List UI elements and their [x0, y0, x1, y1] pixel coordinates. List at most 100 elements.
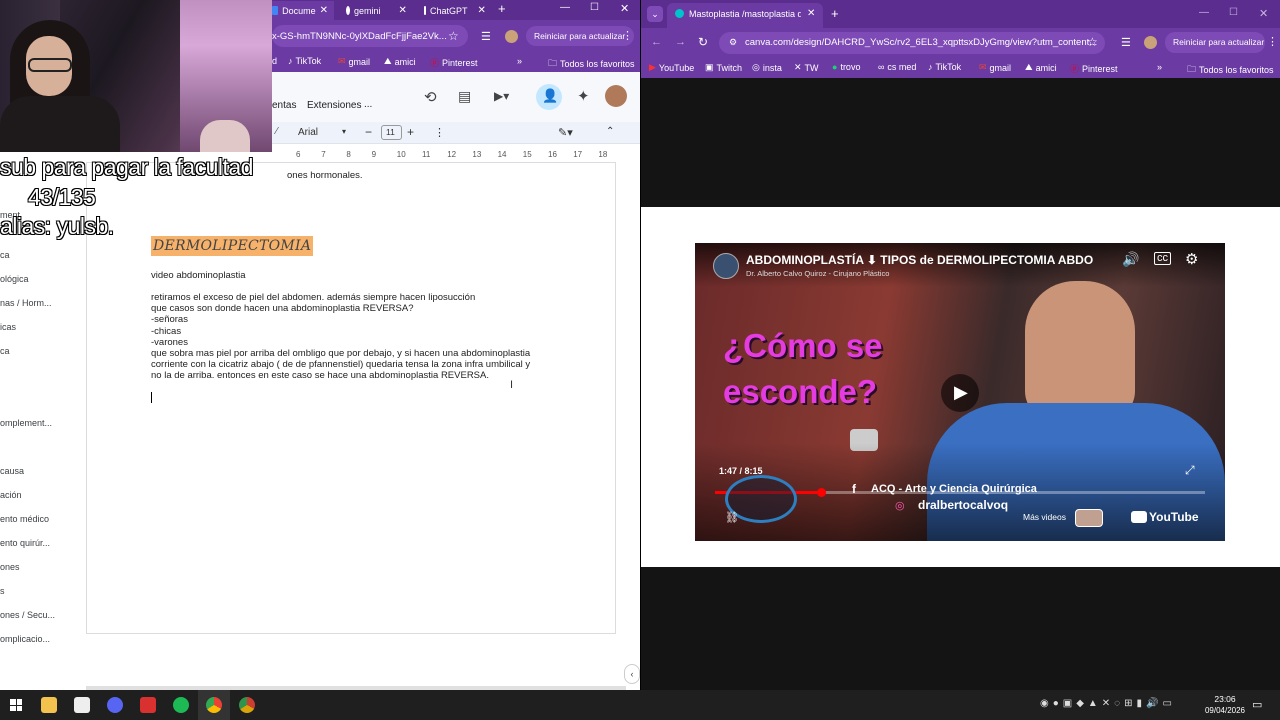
bookmark-gmail[interactable]: ✉ gmail [979, 62, 1011, 73]
bookmark-insta[interactable]: ◎ insta [752, 62, 782, 73]
bookmark-amici[interactable]: ⛰ amici [1025, 62, 1057, 73]
outline-item[interactable]: ca [0, 250, 10, 260]
url-text[interactable]: canva.com/design/DAHCRD_YwSc/rv2_6EL3_xq… [745, 37, 1097, 48]
more-options-icon[interactable]: ⋮ [434, 126, 445, 139]
chevron-down-icon[interactable]: ▾ [342, 127, 346, 136]
youtube-wordmark[interactable]: YouTube [1149, 510, 1199, 524]
progress-scrubber[interactable] [816, 488, 826, 497]
link-icon[interactable]: ⛓ [725, 511, 739, 524]
system-tray-icons[interactable]: ◉●▣◆▲✕◌⊞▮🔊▭ [1040, 698, 1176, 709]
decrease-font-button[interactable]: − [365, 125, 372, 139]
more-videos-thumb[interactable] [1075, 509, 1103, 527]
profile-avatar[interactable] [1144, 36, 1157, 49]
tab-gemini[interactable]: gemini ✕ [340, 1, 410, 20]
more-videos-label[interactable]: Más videos [1023, 512, 1066, 522]
channel-name[interactable]: Dr. Alberto Calvo Quiroz - Cirujano Plás… [746, 269, 889, 278]
all-bookmarks[interactable]: 🗀 Todos los favoritos [1187, 62, 1274, 78]
increase-font-button[interactable]: + [407, 125, 414, 139]
bookmark-pinterest[interactable]: ⓟ Pinterest [430, 56, 478, 69]
account-avatar[interactable] [605, 85, 627, 107]
tab-chatgpt[interactable]: ChatGPT ✕ [418, 1, 490, 20]
bookmark-tiktok[interactable]: ♪ TikTok [928, 62, 961, 72]
meet-icon[interactable]: ▶▾ [494, 89, 509, 103]
outline-item[interactable]: ca [0, 346, 10, 356]
discord-icon[interactable] [107, 697, 123, 713]
menu-dots-icon[interactable]: ⋮ [622, 29, 633, 42]
outline-item[interactable]: nas / Horm... [0, 298, 52, 308]
bookmark-youtube[interactable]: ▶ YouTube [649, 62, 694, 73]
tab-docs[interactable]: Docume ✕ [266, 1, 334, 20]
collapse-icon[interactable]: ⌃ [606, 126, 614, 137]
bookmark-cs-med[interactable]: ∞ cs med [878, 62, 916, 72]
url-text[interactable]: x-GS-hmTN9NNc-0ylXDadFcFjjFae2Vk... [272, 31, 447, 42]
close-window-button[interactable]: ✕ [620, 2, 629, 15]
outline-item[interactable]: ación [0, 490, 22, 500]
captions-icon[interactable]: cc [1154, 252, 1171, 265]
outline-item[interactable]: s [0, 586, 5, 596]
document-page[interactable]: ones hormonales. DERMOLIPECTOMIA video a… [86, 162, 616, 634]
site-info-icon[interactable]: ⚙ [729, 37, 737, 48]
gemini-sparkle-icon[interactable]: ✦ [577, 87, 590, 105]
outline-item[interactable]: ento quirúr... [0, 538, 50, 548]
maximize-button[interactable]: ☐ [590, 2, 599, 13]
bookmark[interactable]: d [272, 56, 277, 66]
outline-item[interactable]: ones [0, 562, 20, 572]
outline-item[interactable]: omplement... [0, 418, 52, 428]
bookmark-pinterest[interactable]: ⓟ Pinterest [1070, 62, 1118, 75]
youtube-embed[interactable]: ABDOMINOPLASTÍA ⬇ TIPOS de DERMOLIPECTOM… [695, 243, 1225, 541]
channel-avatar[interactable] [713, 253, 739, 279]
outline-item[interactable]: omplicacio... [0, 634, 50, 644]
bookmark-twitch[interactable]: ▣ Twitch [705, 62, 742, 73]
new-tab-button[interactable]: + [498, 1, 506, 16]
chrome-icon[interactable] [206, 697, 222, 713]
menu-more[interactable]: ... [364, 99, 372, 110]
chevron-left-icon[interactable]: ‹ [624, 664, 640, 684]
menu-item-partial[interactable]: entas [272, 100, 296, 111]
tab-search-icon[interactable]: ⌄ [647, 6, 663, 22]
outline-item[interactable]: ones / Secu... [0, 610, 55, 620]
profile-avatar[interactable] [505, 30, 518, 43]
close-icon[interactable]: ✕ [478, 5, 486, 16]
settings-gear-icon[interactable]: ⚙ [1185, 250, 1198, 268]
clock-time[interactable]: 23:06 [1205, 694, 1245, 704]
spotify-icon[interactable] [173, 697, 189, 713]
outline-item[interactable]: causa [0, 466, 24, 476]
chrome-profile-icon[interactable] [239, 697, 255, 713]
close-icon[interactable]: ✕ [320, 5, 328, 16]
bookmark-gmail[interactable]: ✉ gmail [338, 56, 370, 67]
chevron-right-icon[interactable]: » [1157, 62, 1162, 72]
maximize-button[interactable]: ☐ [1229, 7, 1238, 18]
menu-dots-icon[interactable]: ⋮ [1267, 35, 1278, 48]
font-select[interactable]: Arial [298, 127, 318, 138]
outline-item[interactable]: ológica [0, 274, 29, 284]
new-tab-button[interactable]: + [831, 6, 839, 21]
fullscreen-icon[interactable]: ⤢ [1185, 463, 1195, 478]
forward-icon[interactable]: → [675, 36, 686, 48]
minimize-button[interactable]: — [1199, 7, 1209, 18]
windows-start-icon[interactable] [10, 699, 22, 711]
bookmark-tw[interactable]: ✕ TW [794, 62, 819, 73]
edit-mode-icon[interactable]: ✎▾ [558, 126, 573, 139]
outline-item[interactable]: ento médico [0, 514, 49, 524]
bookmark-tiktok[interactable]: ♪ TikTok [288, 56, 321, 66]
all-bookmarks[interactable]: 🗀 Todos los favoritos [548, 56, 635, 72]
bookmark-trovo[interactable]: ● trovo [832, 62, 860, 72]
media-icon[interactable]: ☰ [1121, 36, 1131, 49]
close-icon[interactable]: ✕ [399, 5, 407, 16]
comment-icon[interactable]: ▤ [458, 88, 471, 105]
star-icon[interactable]: ☆ [448, 29, 459, 43]
outline-item[interactable]: icas [0, 322, 16, 332]
volume-icon[interactable]: 🔊 [1122, 251, 1139, 268]
minimize-button[interactable]: — [560, 2, 570, 13]
close-icon[interactable]: ✕ [807, 8, 815, 19]
bookmark-amici[interactable]: ⛰ amici [384, 56, 416, 67]
clock-date[interactable]: 09/04/2026 [1200, 706, 1250, 715]
star-icon[interactable]: ☆ [1087, 35, 1098, 49]
recorder-app-icon[interactable] [140, 697, 156, 713]
chevron-right-icon[interactable]: » [517, 56, 522, 66]
history-icon[interactable]: ⟲ [424, 88, 437, 106]
back-icon[interactable]: ← [651, 36, 662, 48]
calendar-app-icon[interactable] [74, 697, 90, 713]
media-icon[interactable]: ☰ [481, 30, 491, 43]
video-title[interactable]: ABDOMINOPLASTÍA ⬇ TIPOS de DERMOLIPECTOM… [746, 253, 1102, 267]
